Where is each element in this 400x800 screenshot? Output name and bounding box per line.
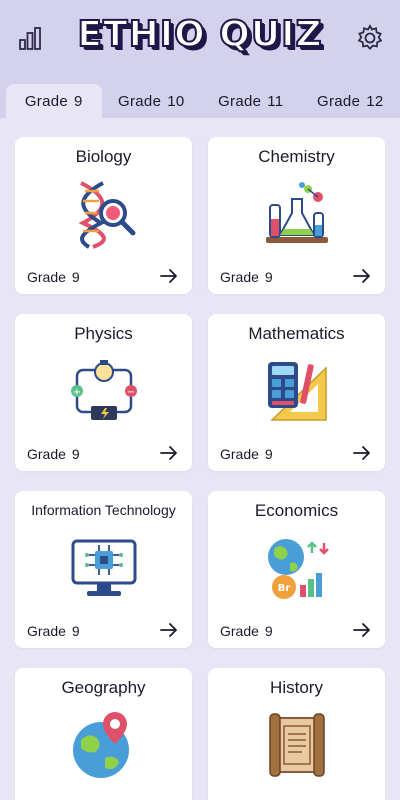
tab-grade-10[interactable]: Grade 10	[102, 84, 202, 118]
arrow-right-icon[interactable]	[353, 622, 371, 638]
tab-label: Grade	[118, 92, 162, 110]
tab-grade-12[interactable]: Grade 12	[301, 84, 400, 118]
tab-label: Grade	[218, 92, 262, 110]
grade-number: 9	[264, 623, 273, 639]
app-header: ETHIO QUIZ	[0, 0, 400, 80]
arrow-right-icon[interactable]	[160, 268, 178, 284]
subject-card-geography[interactable]: Geography	[15, 668, 192, 800]
card-title: Mathematics	[248, 324, 345, 343]
dna-magnifier-icon	[78, 181, 135, 249]
card-grade: Grade 9	[27, 623, 80, 639]
svg-text:−: −	[126, 387, 134, 398]
subject-panel: Biology Grade 9 Chemistry Grade 9 Physic…	[0, 118, 400, 800]
subject-card-chemistry[interactable]: Chemistry Grade 9	[208, 137, 385, 294]
subject-grid: Biology Grade 9 Chemistry Grade 9 Physic…	[15, 137, 385, 800]
card-title: History	[270, 678, 323, 697]
tab-number: 12	[366, 92, 384, 110]
settings-button[interactable]	[354, 22, 386, 54]
grade-label: Grade	[27, 623, 66, 639]
card-grade: Grade 9	[220, 269, 273, 285]
card-title: Geography	[61, 678, 146, 697]
card-grade: Grade 9	[27, 269, 80, 285]
card-grade: Grade 9	[27, 446, 80, 462]
tab-grade-9[interactable]: Grade 9	[6, 84, 102, 118]
tab-grade-11[interactable]: Grade 11	[201, 84, 301, 118]
scroll-icon	[268, 713, 325, 777]
card-title: Economics	[254, 501, 339, 520]
card-title: Biology	[75, 147, 132, 166]
subject-card-mathematics[interactable]: Mathematics Grade 9	[208, 314, 385, 471]
svg-text:+: +	[72, 387, 80, 398]
calculator-ruler-icon	[267, 362, 327, 421]
grade-number: 9	[71, 269, 80, 285]
globe-money-chart-icon: Br	[267, 539, 329, 599]
computer-chip-icon	[71, 539, 136, 596]
card-grade: Grade 9	[220, 446, 273, 462]
grade-label: Grade	[220, 446, 259, 462]
globe-pin-icon	[72, 712, 129, 778]
flasks-icon	[265, 182, 328, 243]
subject-card-physics[interactable]: Physics + − Grade 9	[15, 314, 192, 471]
subject-card-information-technology[interactable]: Information Technology Grade 9	[15, 491, 192, 648]
grade-number: 9	[264, 446, 273, 462]
card-title: Physics	[74, 324, 133, 343]
subject-card-biology[interactable]: Biology Grade 9	[15, 137, 192, 294]
grade-tabs: Grade 9 Grade 10 Grade 11 Grade 12	[0, 84, 400, 118]
tab-number: 9	[74, 92, 83, 110]
gear-icon	[357, 24, 383, 51]
subject-card-economics[interactable]: Economics Br Grade 9	[208, 491, 385, 648]
grade-label: Grade	[220, 623, 259, 639]
grade-label: Grade	[27, 269, 66, 285]
grade-label: Grade	[27, 446, 66, 462]
arrow-right-icon[interactable]	[160, 445, 178, 461]
svg-text:Br: Br	[277, 583, 290, 594]
arrow-right-icon[interactable]	[160, 622, 178, 638]
card-grade: Grade 9	[220, 623, 273, 639]
arrow-right-icon[interactable]	[353, 268, 371, 284]
grade-number: 9	[264, 269, 273, 285]
app-title: ETHIO QUIZ	[76, 13, 323, 56]
card-title: Chemistry	[258, 147, 335, 166]
tab-number: 10	[167, 92, 185, 110]
tab-label: Grade	[24, 92, 69, 110]
grade-label: Grade	[220, 269, 259, 285]
arrow-right-icon[interactable]	[353, 445, 371, 461]
tab-number: 11	[267, 92, 284, 110]
subject-card-history[interactable]: History	[208, 668, 385, 800]
grade-number: 9	[71, 623, 80, 639]
grade-number: 9	[71, 446, 80, 462]
tab-label: Grade	[317, 92, 361, 110]
circuit-bulb-icon: + −	[70, 360, 137, 420]
card-title: Information Technology	[31, 502, 176, 518]
